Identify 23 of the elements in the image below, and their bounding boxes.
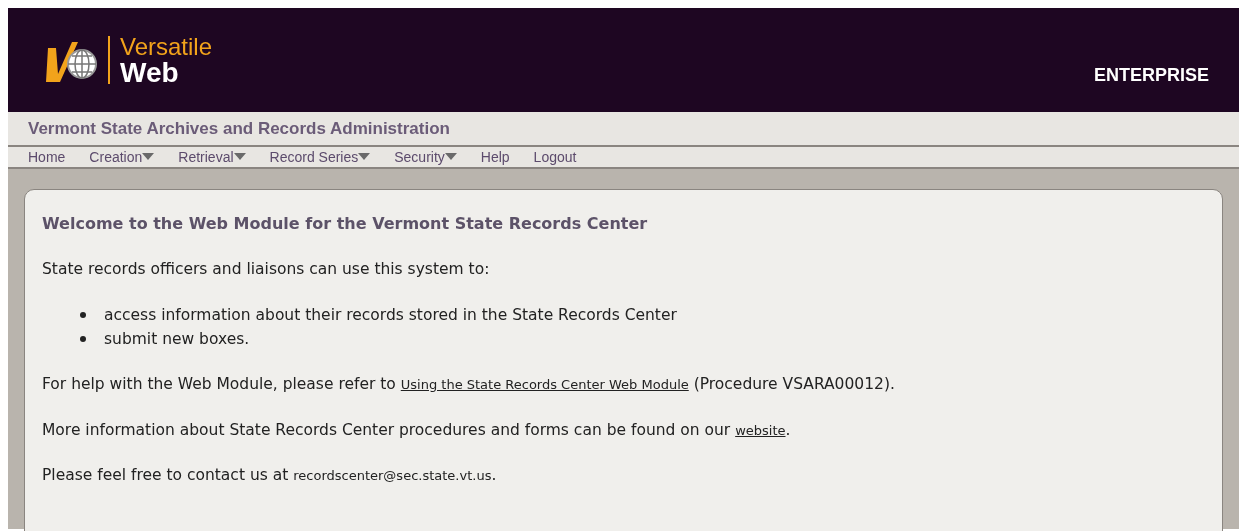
- nav-menu-item[interactable]: Creation: [89, 146, 159, 168]
- paragraph: Please feel free to contact us at recordscenter@sec.state.vt.us.: [42, 464, 498, 486]
- document-link[interactable]: website: [735, 422, 786, 438]
- paragraph: For help with the Web Module, please refer to Using the State Records Center Web Module (Procedure VSARA00012).: [42, 374, 896, 396]
- nav-menu-item[interactable]: Security: [394, 146, 461, 168]
- nav-menu-item[interactable]: Help: [480, 146, 514, 168]
- bullet-icon: [80, 336, 86, 343]
- nav-menu-item[interactable]: Logout: [533, 146, 581, 168]
- paragraph: More information about State Records Center procedures and forms can be found on our website.: [42, 419, 792, 441]
- list-item: access information about their records stored in the State Records Center: [104, 305, 677, 327]
- logo-subtitle: Web: [120, 60, 180, 86]
- nav-menu-item[interactable]: Retrieval: [178, 146, 250, 168]
- bullet-icon: [80, 312, 86, 319]
- list-item: submit new boxes.: [104, 329, 250, 351]
- nav-menu-item[interactable]: Record Series: [269, 146, 375, 168]
- logo-title: Versatile: [120, 34, 213, 60]
- paragraph: State records officers and liaisons can use this system to:: [42, 259, 491, 280]
- organization-title: Vermont State Archives and Records Administration: [28, 117, 450, 140]
- panel-heading: Welcome to the Web Module for the Vermont State Records Center: [42, 213, 649, 235]
- nav-menu-item[interactable]: Home: [28, 146, 70, 168]
- document-link[interactable]: Using the State Records Center Web Module: [400, 377, 689, 393]
- edition-label: ENTERPRISE: [1093, 63, 1209, 87]
- email-link[interactable]: recordscenter@sec.state.vt.us: [293, 467, 492, 483]
